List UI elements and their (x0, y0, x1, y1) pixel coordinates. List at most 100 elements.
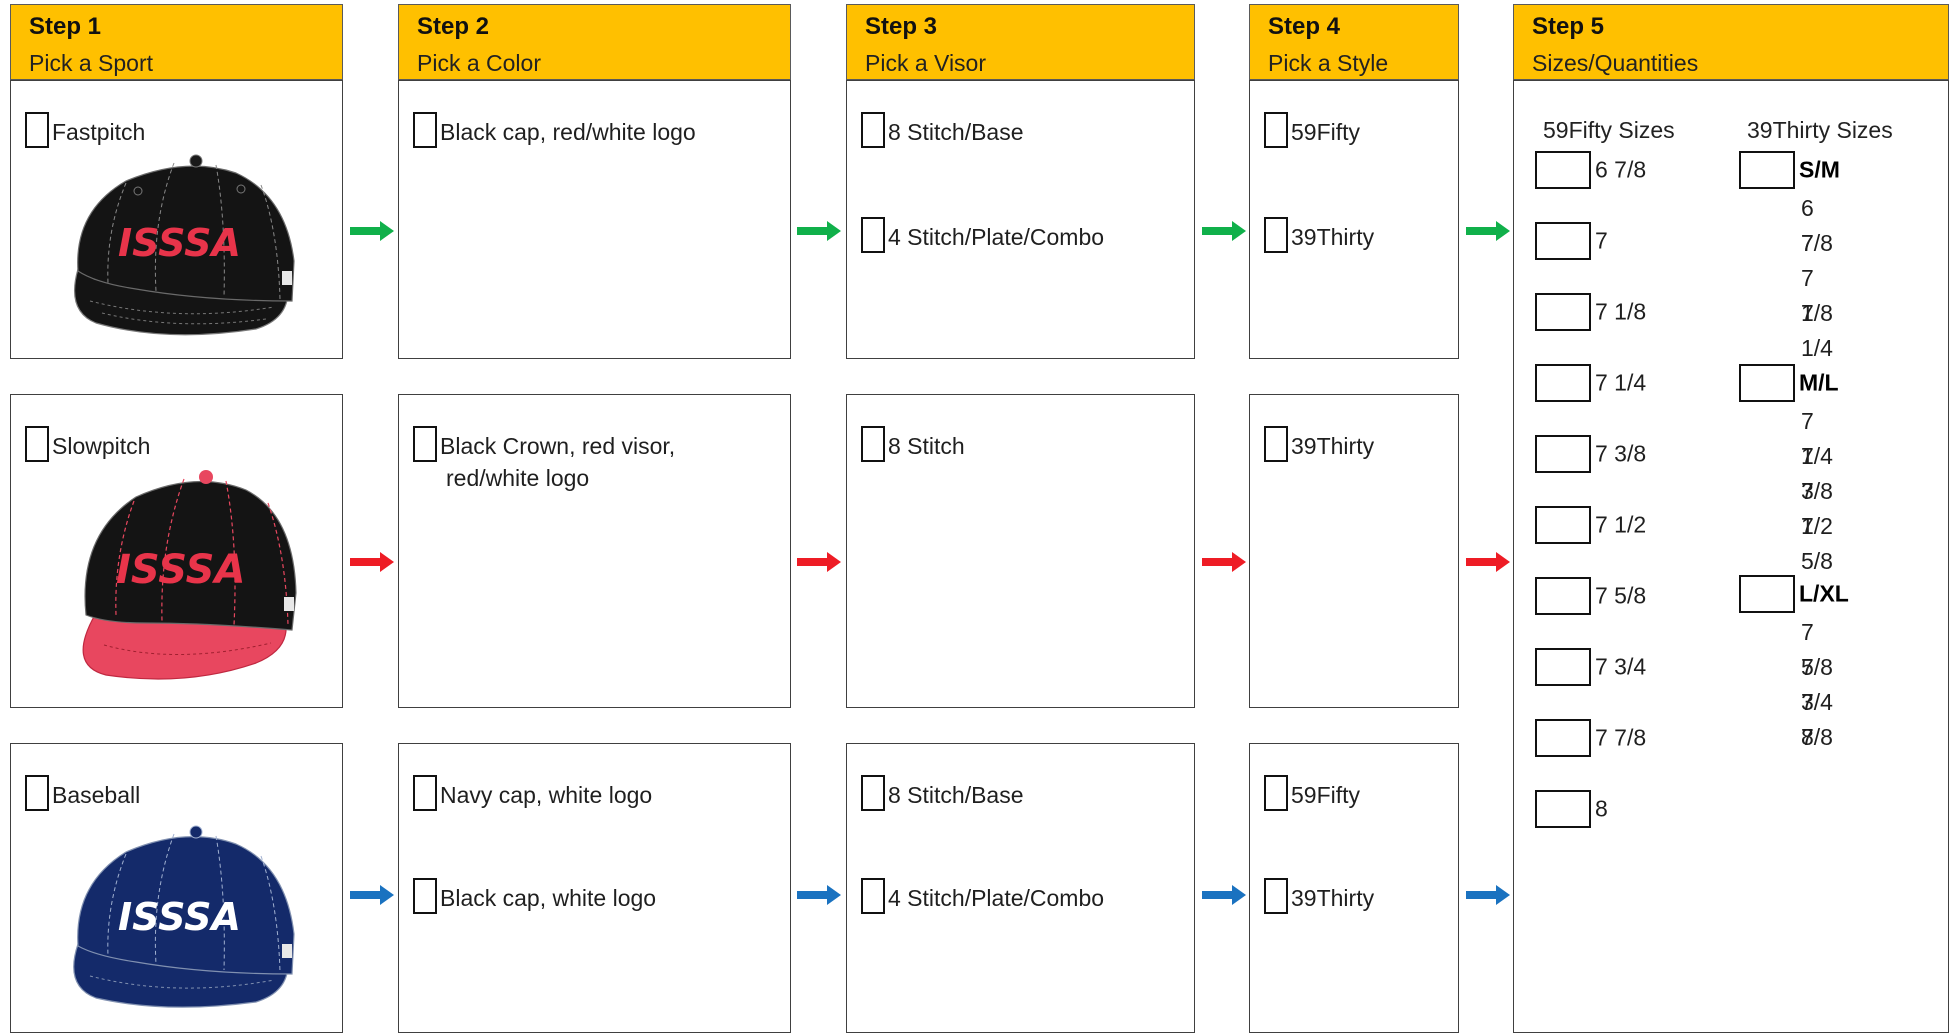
quantity-input[interactable] (1535, 364, 1591, 402)
checkbox[interactable] (1264, 112, 1288, 148)
quantity-input[interactable] (1739, 364, 1795, 402)
checkbox[interactable] (1264, 878, 1288, 914)
option-label-continued: red/white logo (446, 465, 590, 491)
checkbox[interactable] (25, 112, 49, 148)
step3-column: Step 3 Pick a Visor 8 Stitch/Base 4 Stit… (846, 0, 1195, 1033)
quantity-input[interactable] (1535, 719, 1591, 757)
step4-title: Step 4 (1268, 13, 1341, 40)
quantity-input[interactable] (1535, 222, 1591, 260)
checkbox[interactable] (413, 112, 437, 148)
checkbox[interactable] (861, 112, 885, 148)
size-group-label: L/XL (1799, 580, 1849, 607)
visor-box-3: 8 Stitch/Base 4 Stitch/Plate/Combo (846, 743, 1195, 1033)
cap-logo: ISSSA (118, 221, 241, 265)
thirty-size-option[interactable]: S/M (1739, 151, 1840, 189)
size-group-label: M/L (1799, 369, 1839, 396)
baseball-cap-image: ISSSA (73, 825, 295, 1008)
size-label: 7 7/8 (1595, 724, 1647, 751)
checkbox[interactable] (1264, 775, 1288, 811)
step5-header: Step 5 Sizes/Quantities (1513, 4, 1949, 80)
style-option[interactable]: 59Fifty (1264, 112, 1360, 150)
size-label: 7 (1595, 227, 1608, 254)
right-arrow-icon (1202, 552, 1246, 572)
quantity-input[interactable] (1535, 506, 1591, 544)
visor-option[interactable]: 4 Stitch/Plate/Combo (861, 217, 1104, 255)
fifty-size-option[interactable]: 7 5/8 (1535, 577, 1646, 615)
fifty-sizes-heading: 59Fifty Sizes (1543, 117, 1675, 143)
style-option[interactable]: 59Fifty (1264, 775, 1360, 813)
right-arrow-icon (1202, 221, 1246, 241)
option-label: 4 Stitch/Plate/Combo (888, 885, 1105, 911)
visor-option[interactable]: 8 Stitch/Base (861, 775, 1024, 813)
size-label: 7 1/4 (1595, 369, 1647, 396)
option-label: Black Crown, red visor, (440, 433, 676, 459)
visor-box-2: 8 Stitch (846, 394, 1195, 708)
checkbox[interactable] (1264, 426, 1288, 462)
right-arrow-icon (350, 552, 394, 572)
option-label: 39Thirty (1291, 224, 1375, 250)
quantity-input[interactable] (1535, 435, 1591, 473)
fifty-size-option[interactable]: 7 7/8 (1535, 719, 1646, 757)
color-option[interactable]: Black cap, red/white logo (413, 112, 696, 150)
step2-title: Step 2 (417, 13, 490, 40)
option-label: 8 Stitch (888, 433, 965, 459)
thirty-size-option[interactable]: M/L (1739, 364, 1839, 402)
checkbox[interactable] (413, 426, 437, 462)
option-label: 39Thirty (1291, 885, 1375, 911)
option-label: 39Thirty (1291, 433, 1375, 459)
fifty-size-option[interactable]: 7 1/8 (1535, 293, 1646, 331)
checkbox[interactable] (413, 775, 437, 811)
checkbox[interactable] (861, 217, 885, 253)
fifty-size-option[interactable]: 7 1/4 (1535, 364, 1646, 402)
checkbox[interactable] (861, 426, 885, 462)
sport-option-fastpitch[interactable]: Fastpitch (25, 112, 145, 150)
visor-option[interactable]: 8 Stitch/Base (861, 112, 1024, 150)
quantity-input[interactable] (1535, 293, 1591, 331)
cap-logo: ISSSA (118, 895, 241, 939)
style-option[interactable]: 39Thirty (1264, 878, 1375, 916)
checkbox[interactable] (1264, 217, 1288, 253)
checkbox[interactable] (861, 878, 885, 914)
right-arrow-icon (797, 221, 841, 241)
fifty-size-option[interactable]: 7 3/4 (1535, 648, 1646, 686)
step1-column: Step 1 Pick a Sport Fastpitch ISSSA Slow… (10, 0, 343, 1033)
right-arrow-icon (350, 885, 394, 905)
checkbox[interactable] (25, 426, 49, 462)
thirty-size-group: M/L 7 1/4 7 3/8 7 1/2 7 5/8 (1739, 364, 1839, 574)
option-label: 8 Stitch/Base (888, 782, 1024, 808)
style-option[interactable]: 39Thirty (1264, 217, 1375, 255)
color-box-1: Black cap, red/white logo (398, 80, 791, 359)
color-box-2: Black Crown, red visor, red/white logo (398, 394, 791, 708)
sport-option-baseball[interactable]: Baseball (25, 775, 141, 813)
fifty-size-option[interactable]: 7 3/8 (1535, 435, 1646, 473)
option-label: Baseball (52, 782, 141, 808)
color-option[interactable]: Navy cap, white logo (413, 775, 652, 813)
color-option[interactable]: Black cap, white logo (413, 878, 657, 916)
quantity-input[interactable] (1739, 151, 1795, 189)
quantity-input[interactable] (1535, 790, 1591, 828)
quantity-input[interactable] (1739, 575, 1795, 613)
quantity-input[interactable] (1535, 648, 1591, 686)
quantity-input[interactable] (1535, 577, 1591, 615)
quantity-input[interactable] (1535, 151, 1591, 189)
checkbox[interactable] (25, 775, 49, 811)
option-label: Black cap, white logo (440, 885, 657, 911)
fifty-size-option[interactable]: 7 1/2 (1535, 506, 1646, 544)
style-option[interactable]: 39Thirty (1264, 426, 1375, 464)
fifty-size-option[interactable]: 6 7/8 (1535, 151, 1646, 189)
checkbox[interactable] (861, 775, 885, 811)
cap-logo: ISSSA (116, 547, 245, 593)
visor-option[interactable]: 8 Stitch (861, 426, 965, 464)
sport-option-slowpitch[interactable]: Slowpitch (25, 426, 150, 464)
thirty-sizes-heading: 39Thirty Sizes (1747, 117, 1893, 143)
step2-header: Step 2 Pick a Color (398, 4, 791, 80)
thirty-size-option[interactable]: L/XL (1739, 575, 1849, 613)
color-option[interactable]: Black Crown, red visor, (413, 426, 676, 464)
step4-column: Step 4 Pick a Style 59Fifty 39Thirty 39T… (1249, 0, 1459, 1033)
fifty-size-option[interactable]: 7 (1535, 222, 1608, 260)
fifty-size-option[interactable]: 8 (1535, 790, 1608, 828)
checkbox[interactable] (413, 878, 437, 914)
size-label: 8 (1595, 795, 1608, 822)
right-arrow-icon (1202, 885, 1246, 905)
visor-option[interactable]: 4 Stitch/Plate/Combo (861, 878, 1105, 916)
